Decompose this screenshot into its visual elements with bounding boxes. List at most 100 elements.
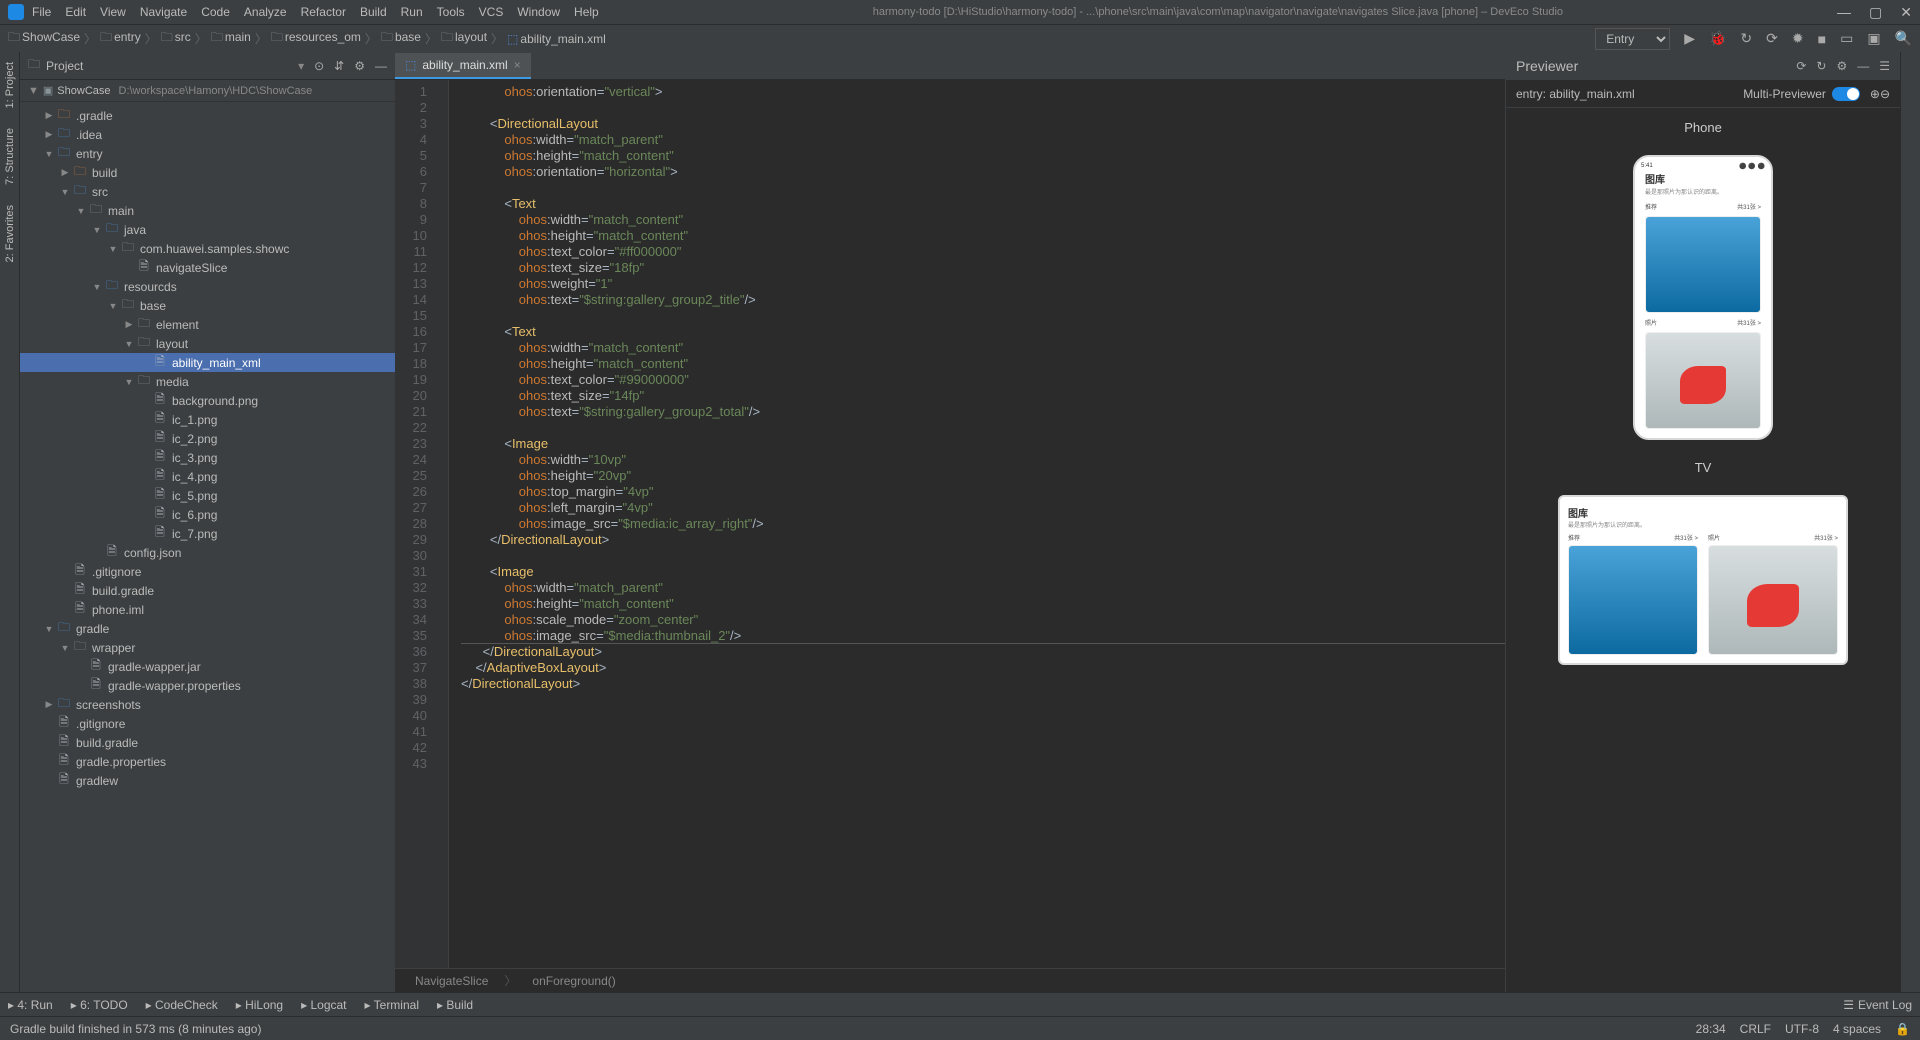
tree-item[interactable]: ▼🗀base xyxy=(20,296,395,315)
tree-item[interactable]: 🗎gradle-wapper.jar xyxy=(20,657,395,676)
menu-window[interactable]: Window xyxy=(517,5,560,19)
minimize-panel-icon[interactable]: — xyxy=(1857,59,1869,73)
crumb-class[interactable]: NavigateSlice xyxy=(415,974,488,988)
bottom-tool[interactable]: ▸ HiLong xyxy=(236,998,283,1012)
tree-item[interactable]: ▶🗀.gradle xyxy=(20,106,395,125)
tree-item[interactable]: ▼🗀entry xyxy=(20,144,395,163)
tree-item[interactable]: ▼🗀com.huawei.samples.showc xyxy=(20,239,395,258)
stop-icon[interactable]: ■ xyxy=(1818,31,1826,47)
code-content[interactable]: ohos:orientation="vertical"> <Directiona… xyxy=(449,80,1505,968)
tv-preview[interactable]: 图库 最是那照片为那认识的距离。 推荐共31张 > 照片共31张 > xyxy=(1558,495,1848,665)
dropdown-icon[interactable]: ▾ xyxy=(298,59,304,73)
tree-item[interactable]: ▼🗀layout xyxy=(20,334,395,353)
coverage-icon[interactable]: ↻ xyxy=(1740,30,1752,47)
breadcrumb-item[interactable]: 🗀resources_om xyxy=(271,28,361,49)
tree-item[interactable]: ▼🗀resourcds xyxy=(20,277,395,296)
avd-icon[interactable]: ▭ xyxy=(1840,30,1853,47)
debug-icon[interactable]: 🐞 xyxy=(1709,30,1726,47)
tree-item[interactable]: ▼🗀media xyxy=(20,372,395,391)
crumb-method[interactable]: onForeground() xyxy=(532,974,615,988)
locate-icon[interactable]: ⊙ xyxy=(314,59,324,73)
tree-item[interactable]: ▼🗀gradle xyxy=(20,619,395,638)
event-log-button[interactable]: ☰ Event Log xyxy=(1843,998,1912,1012)
auto-refresh-icon[interactable]: ↻ xyxy=(1816,59,1826,73)
tree-item[interactable]: 🗎build.gradle xyxy=(20,733,395,752)
line-separator[interactable]: CRLF xyxy=(1740,1022,1771,1036)
tool-tab[interactable]: 1: Project xyxy=(4,62,16,108)
breadcrumb-item[interactable]: 🗀layout xyxy=(441,28,487,49)
tree-item[interactable]: 🗎background.png xyxy=(20,391,395,410)
menu-refactor[interactable]: Refactor xyxy=(301,5,346,19)
menu-file[interactable]: File xyxy=(32,5,51,19)
gear-icon[interactable]: ☰ xyxy=(1879,59,1890,73)
phone-preview[interactable]: 5:41⚫ ⚫ ⚫ 图库 最是那照片为那认识的距离。 推荐共31张 > 照片共3… xyxy=(1633,155,1773,440)
code-editor[interactable]: 1234567891011121314151617181920212223242… xyxy=(395,80,1505,968)
tree-item[interactable]: ▼🗀wrapper xyxy=(20,638,395,657)
menu-view[interactable]: View xyxy=(100,5,126,19)
multi-previewer-toggle[interactable] xyxy=(1832,87,1860,101)
menu-vcs[interactable]: VCS xyxy=(479,5,504,19)
tab-close-icon[interactable]: × xyxy=(514,58,521,72)
attach-icon[interactable]: ✹ xyxy=(1792,30,1804,47)
breadcrumb-item[interactable]: 🗀entry xyxy=(100,28,141,49)
tool-tab[interactable]: 2: Favorites xyxy=(4,205,16,262)
preview-settings-icon[interactable]: ⚙ xyxy=(1836,59,1847,73)
maximize-icon[interactable]: ▢ xyxy=(1869,4,1882,21)
bottom-tool[interactable]: ▸ CodeCheck xyxy=(146,998,218,1012)
settings-icon[interactable]: ⚙ xyxy=(354,59,365,73)
menu-edit[interactable]: Edit xyxy=(65,5,86,19)
tree-item[interactable]: ▶🗀build xyxy=(20,163,395,182)
tree-item[interactable]: ▶🗀element xyxy=(20,315,395,334)
tree-item[interactable]: 🗎config.json xyxy=(20,543,395,562)
bottom-tool[interactable]: ▸ 4: Run xyxy=(8,998,53,1012)
indent-config[interactable]: 4 spaces xyxy=(1833,1022,1881,1036)
tree-item[interactable]: 🗎ability_main_xml xyxy=(20,353,395,372)
run-icon[interactable]: ▶ xyxy=(1684,30,1695,47)
refresh-icon[interactable]: ⟳ xyxy=(1796,59,1806,73)
breadcrumb-item[interactable]: ⬚ability_main.xml xyxy=(507,32,606,46)
tree-item[interactable]: 🗎ic_7.png xyxy=(20,524,395,543)
profile-icon[interactable]: ⟳ xyxy=(1766,30,1778,47)
tree-item[interactable]: 🗎ic_6.png xyxy=(20,505,395,524)
tree-item[interactable]: 🗎.gitignore xyxy=(20,714,395,733)
tree-item[interactable]: 🗎ic_3.png xyxy=(20,448,395,467)
tree-item[interactable]: ▶🗀.idea xyxy=(20,125,395,144)
tree-item[interactable]: 🗎gradle-wapper.properties xyxy=(20,676,395,695)
menu-tools[interactable]: Tools xyxy=(437,5,465,19)
bottom-tool[interactable]: ▸ 6: TODO xyxy=(71,998,128,1012)
hide-icon[interactable]: — xyxy=(375,59,387,73)
lock-icon[interactable]: 🔒 xyxy=(1895,1022,1910,1036)
bottom-tool[interactable]: ▸ Build xyxy=(437,998,473,1012)
tree-item[interactable]: 🗎gradlew xyxy=(20,771,395,790)
tree-item[interactable]: 🗎ic_1.png xyxy=(20,410,395,429)
zoom-in-icon[interactable]: ⊕ xyxy=(1870,87,1880,101)
file-encoding[interactable]: UTF-8 xyxy=(1785,1022,1819,1036)
tree-item[interactable]: 🗎build.gradle xyxy=(20,581,395,600)
tree-item[interactable]: 🗎ic_2.png xyxy=(20,429,395,448)
tree-item[interactable]: 🗎.gitignore xyxy=(20,562,395,581)
tree-item[interactable]: 🗎phone.iml xyxy=(20,600,395,619)
tree-item[interactable]: ▼🗀src xyxy=(20,182,395,201)
bottom-tool[interactable]: ▸ Logcat xyxy=(301,998,346,1012)
close-icon[interactable]: ✕ xyxy=(1900,4,1912,21)
tool-tab[interactable]: 7: Structure xyxy=(4,128,16,185)
tree-item[interactable]: 🗎ic_5.png xyxy=(20,486,395,505)
breadcrumb-item[interactable]: 🗀main xyxy=(211,28,251,49)
sdk-icon[interactable]: ▣ xyxy=(1867,30,1880,47)
tree-item[interactable]: 🗎ic_4.png xyxy=(20,467,395,486)
tree-item[interactable]: 🗎gradle.properties xyxy=(20,752,395,771)
minimize-icon[interactable]: — xyxy=(1837,4,1851,21)
tree-item[interactable]: 🗎navigateSlice xyxy=(20,258,395,277)
tree-item[interactable]: ▶🗀screenshots xyxy=(20,695,395,714)
collapse-icon[interactable]: ⇵ xyxy=(334,59,344,73)
search-everywhere-icon[interactable]: 🔍 xyxy=(1895,30,1912,47)
run-config-select[interactable]: Entry xyxy=(1595,28,1670,50)
tree-item[interactable]: ▼🗀java xyxy=(20,220,395,239)
project-root-row[interactable]: ▼ ▣ ShowCase D:\workspace\Hamony\HDC\Sho… xyxy=(20,80,395,102)
breadcrumb-item[interactable]: 🗀ShowCase xyxy=(8,28,80,49)
menu-run[interactable]: Run xyxy=(401,5,423,19)
menu-help[interactable]: Help xyxy=(574,5,599,19)
zoom-out-icon[interactable]: ⊖ xyxy=(1880,87,1890,101)
tab-ability-main[interactable]: ⬚ ability_main.xml × xyxy=(395,53,531,79)
breadcrumb-item[interactable]: 🗀src xyxy=(161,28,191,49)
